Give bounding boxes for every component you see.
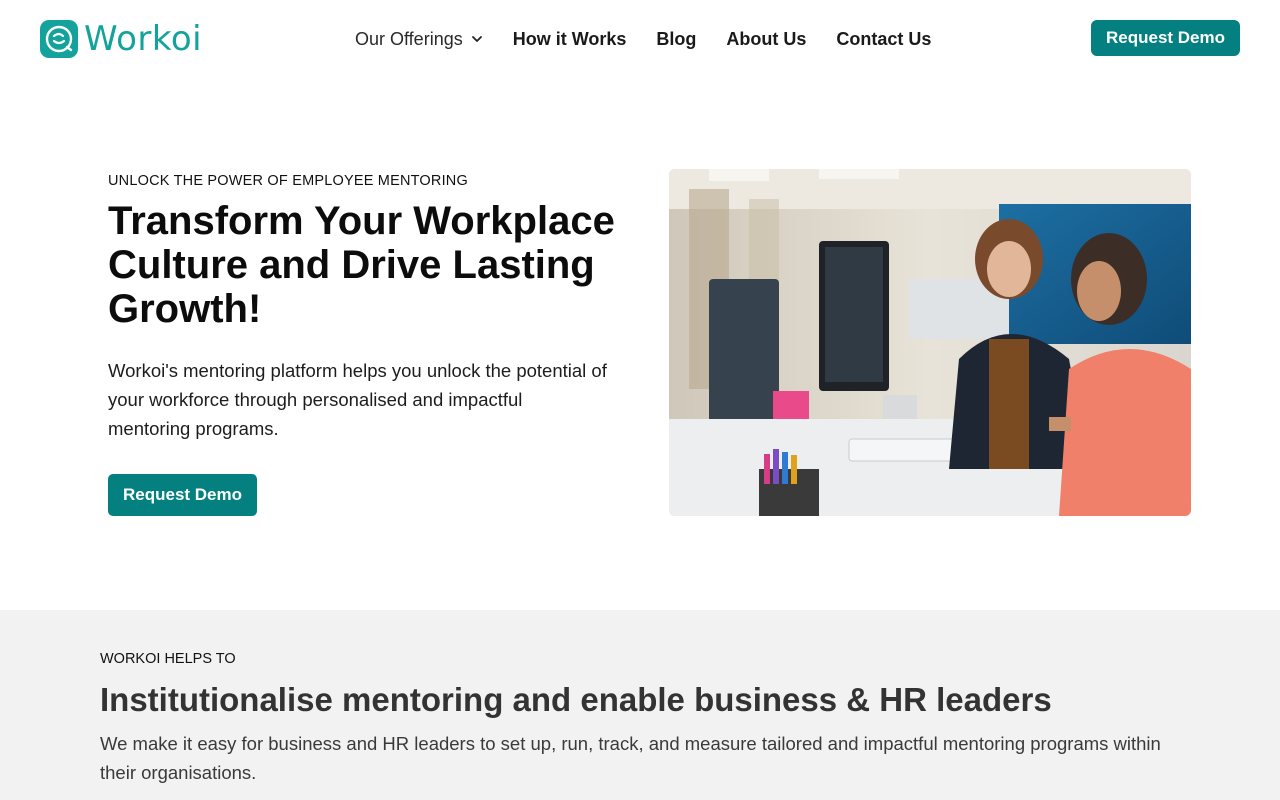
hero-eyebrow: UNLOCK THE POWER OF EMPLOYEE MENTORING <box>108 173 468 189</box>
section-description: We make it easy for business and HR lead… <box>100 733 1161 783</box>
nav-item-about-us[interactable]: About Us <box>726 29 806 50</box>
main-nav: Our Offerings How it Works Blog About Us… <box>355 26 931 52</box>
hero-photo-mentoring <box>669 169 1191 516</box>
workoi-logo-icon <box>40 20 78 58</box>
site-header: Workoi Our Offerings How it Works Blog A… <box>0 0 1280 78</box>
section-title: Institutionalise mentoring and enable bu… <box>100 681 1052 718</box>
nav-item-contact-us[interactable]: Contact Us <box>836 29 931 50</box>
nav-item-blog[interactable]: Blog <box>656 29 696 50</box>
logo[interactable]: Workoi <box>40 20 202 58</box>
brand-name: Workoi <box>84 19 203 59</box>
helps-section: WORKOI HELPS TO Institutionalise mentori… <box>0 610 1280 800</box>
chevron-down-icon <box>471 36 482 42</box>
section-eyebrow: WORKOI HELPS TO <box>100 651 236 667</box>
request-demo-button[interactable]: Request Demo <box>1091 20 1240 56</box>
nav-item-our-offerings[interactable]: Our Offerings <box>355 29 483 50</box>
nav-item-label: Our Offerings <box>355 28 463 49</box>
hero-request-demo-button[interactable]: Request Demo <box>108 474 257 516</box>
nav-item-how-it-works[interactable]: How it Works <box>513 29 627 50</box>
hero-title: Transform Your Workplace Culture and Dri… <box>108 199 615 331</box>
hero-description: Workoi's mentoring platform helps you un… <box>108 360 607 439</box>
